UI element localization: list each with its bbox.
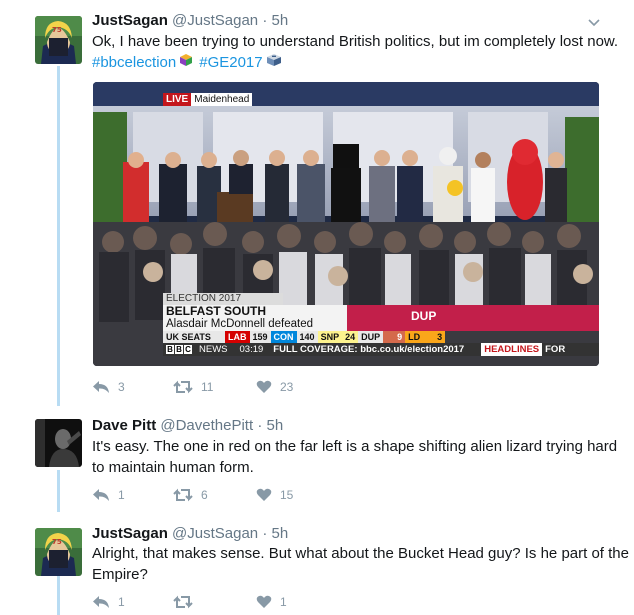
retweet-button[interactable]: 11 — [173, 380, 213, 394]
retweet-button[interactable] — [173, 595, 201, 609]
seat-party: SNP — [317, 331, 343, 343]
timestamp[interactable]: · 5h — [262, 12, 288, 29]
user-handle[interactable]: @DavethePitt — [160, 417, 253, 434]
like-count: 23 — [280, 380, 294, 394]
reply-count: 1 — [118, 595, 125, 609]
seat-count: 159 — [249, 331, 271, 343]
tweet-text-line: Alright, that makes sense. But what abou… — [92, 545, 629, 562]
party-flag: DUP — [347, 305, 599, 331]
tweet-header: JustSagan @JustSagan · 5h — [92, 12, 288, 30]
seat-party: LD — [405, 331, 424, 343]
tweet-2[interactable]: Dave Pitt @DavethePitt · 5h It's easy. T… — [0, 405, 634, 515]
tweet-text: Alright, that makes sense. But what abou… — [92, 543, 629, 585]
heart-icon — [256, 488, 272, 501]
tweet-header: JustSagan @JustSagan · 5h — [92, 525, 288, 543]
ballot-box-icon — [179, 52, 193, 73]
tweet-text: It's easy. The one in red on the far lef… — [92, 436, 617, 478]
user-handle[interactable]: @JustSagan — [172, 525, 258, 542]
reply-count: 3 — [118, 380, 125, 394]
seat-party: CON — [270, 331, 297, 343]
seats-label: UK SEATS — [163, 331, 225, 343]
avatar[interactable] — [35, 419, 82, 467]
user-handle[interactable]: @JustSagan — [172, 12, 258, 29]
seat-count: 24 — [342, 331, 359, 343]
heart-icon — [256, 595, 272, 608]
hashtag-ge2017[interactable]: #GE2017 — [199, 52, 262, 73]
retweet-icon — [173, 488, 193, 502]
avatar[interactable]: 75 — [35, 16, 82, 64]
tweet-media-image[interactable]: LIVE Maidenhead ELECTION 2017 BELFAST SO… — [93, 82, 599, 366]
tweet-3[interactable]: 75 JustSagan @JustSagan · 5h Alright, th… — [0, 512, 634, 615]
tweet-header: Dave Pitt @DavethePitt · 5h — [92, 417, 283, 435]
retweet-button[interactable]: 6 — [173, 488, 208, 502]
tweet-text: Ok, I have been trying to understand Bri… — [92, 31, 618, 73]
ticker-brand: NEWS — [199, 344, 228, 355]
like-button[interactable]: 15 — [256, 488, 293, 502]
reply-button[interactable]: 1 — [92, 488, 125, 502]
like-button[interactable]: 23 — [256, 380, 293, 394]
ticker-coverage: FULL COVERAGE: bbc.co.uk/election2017 — [273, 344, 465, 355]
hashtag-line: #bbcelection #GE2017 — [92, 52, 618, 73]
like-count: 15 — [280, 488, 294, 502]
retweet-count: 11 — [201, 380, 214, 394]
timestamp[interactable]: · 5h — [257, 417, 283, 434]
seat-count: 3 — [423, 331, 446, 343]
tweet-actions: 1 1 — [92, 595, 352, 615]
chevron-down-icon[interactable] — [586, 14, 602, 30]
like-count: 1 — [280, 595, 287, 609]
seat-tally: UK SEATS LAB 159 CON 140 SNP 24 DUP 9 LD… — [163, 331, 446, 343]
result-caption: BELFAST SOUTH Alasdair McDonnell defeate… — [163, 305, 347, 331]
display-name[interactable]: JustSagan — [92, 12, 168, 29]
seat-party: LAB — [225, 331, 250, 343]
tweet-text-line: It's easy. The one in red on the far lef… — [92, 438, 618, 455]
hashtag-bbcelection[interactable]: #bbcelection — [92, 52, 176, 73]
svg-text:75: 75 — [52, 538, 62, 546]
reply-count: 1 — [118, 488, 125, 502]
reply-icon — [93, 489, 109, 501]
bbc-logo: BBC — [166, 345, 192, 354]
retweet-icon — [173, 595, 193, 609]
display-name[interactable]: Dave Pitt — [92, 417, 156, 434]
tweet-text-line: to maintain human form. — [92, 459, 254, 476]
seat-count: 140 — [296, 331, 318, 343]
ticker-headlines: HEADLINES — [481, 343, 543, 356]
party-flag-label: DUP — [411, 309, 437, 323]
news-ticker: BBC NEWS 03:19 FULL COVERAGE: bbc.co.uk/… — [163, 343, 599, 356]
seat-count: 9 — [383, 331, 406, 343]
reply-button[interactable]: 1 — [92, 595, 125, 609]
live-badge: LIVE Maidenhead — [163, 93, 253, 106]
tweet-actions: 1 6 15 — [92, 488, 352, 508]
tweet-1[interactable]: 75 JustSagan @JustSagan · 5h Ok, I have … — [0, 0, 634, 405]
tweet-text-line: Empire? — [92, 566, 148, 583]
location-label: Maidenhead — [191, 93, 253, 106]
reply-button[interactable]: 3 — [92, 380, 125, 394]
reply-icon — [93, 596, 109, 608]
ticker-clock: 03:19 — [239, 344, 264, 355]
retweet-icon — [173, 380, 193, 394]
heart-icon — [256, 380, 272, 393]
svg-text:75: 75 — [52, 26, 62, 34]
avatar[interactable]: 75 — [35, 528, 82, 576]
display-name[interactable]: JustSagan — [92, 525, 168, 542]
live-label: LIVE — [163, 93, 192, 106]
like-button[interactable]: 1 — [256, 595, 287, 609]
seat-party: DUP — [358, 331, 384, 343]
retweet-count: 6 — [201, 488, 208, 502]
ballot-box-icon — [266, 52, 282, 73]
result-subline: Alasdair McDonnell defeated — [166, 318, 314, 330]
timestamp[interactable]: · 5h — [262, 525, 288, 542]
tweet-text-line: Ok, I have been trying to understand Bri… — [92, 33, 619, 50]
ticker-trail: FOR — [545, 344, 566, 355]
tweet-actions: 3 11 23 — [92, 380, 352, 400]
reply-icon — [93, 381, 109, 393]
